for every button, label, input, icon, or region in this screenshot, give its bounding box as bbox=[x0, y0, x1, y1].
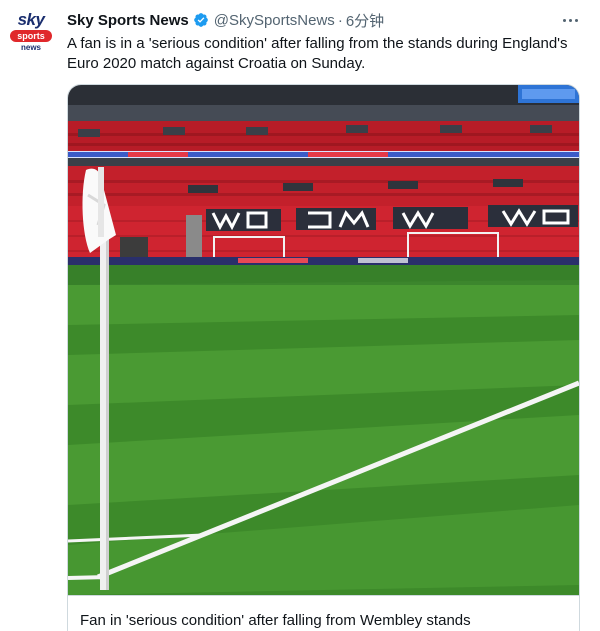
avatar-logo-news: news bbox=[20, 43, 41, 52]
account-handle[interactable]: @SkySportsNews bbox=[214, 12, 335, 29]
avatar[interactable]: sky sports news bbox=[7, 8, 55, 56]
separator-dot: · bbox=[337, 11, 343, 29]
tweet-timestamp[interactable]: 6分钟 bbox=[346, 10, 384, 31]
verified-badge-icon bbox=[193, 13, 208, 27]
card-image[interactable] bbox=[68, 85, 579, 595]
more-options-icon[interactable] bbox=[556, 10, 584, 30]
card-caption-area[interactable]: Fan in 'serious condition' after falling… bbox=[68, 595, 579, 631]
tweet-text: A fan is in a 'serious condition' after … bbox=[67, 35, 568, 72]
account-name[interactable]: Sky Sports News bbox=[67, 12, 189, 29]
card-caption: Fan in 'serious condition' after falling… bbox=[80, 612, 471, 629]
tweet-header: Sky Sports News @SkySportsNews · 6分钟 bbox=[67, 10, 384, 30]
avatar-logo-sky: sky bbox=[17, 10, 45, 29]
link-card[interactable]: Fan in 'serious condition' after falling… bbox=[67, 84, 580, 631]
tweet[interactable]: sky sports news Sky Sports News @SkySpor… bbox=[0, 0, 600, 631]
avatar-logo-sports: sports bbox=[17, 31, 45, 41]
